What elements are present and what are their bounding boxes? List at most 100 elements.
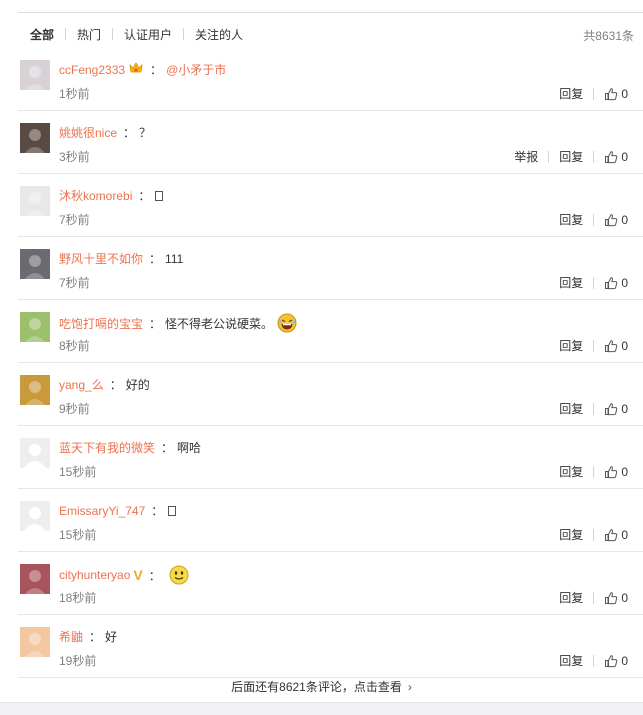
comment-username[interactable]: 蓝天下有我的微笑 — [59, 439, 155, 456]
comment-actions: 回复 0 — [559, 526, 628, 543]
comment-time: 1秒前 — [59, 87, 90, 101]
comment-line: ccFeng2333 ： @小矛于市 — [59, 61, 226, 78]
avatar[interactable] — [20, 123, 50, 153]
like-button[interactable]: 0 — [604, 402, 628, 416]
action-divider — [593, 654, 595, 667]
tab-divider — [65, 28, 67, 40]
tab-hot[interactable]: 热门 — [77, 26, 101, 43]
comment-actions: 回复 0 — [559, 652, 628, 669]
tab-verified[interactable]: 认证用户 — [124, 26, 172, 43]
avatar[interactable] — [20, 186, 50, 216]
like-button[interactable]: 0 — [604, 150, 628, 164]
tab-all[interactable]: 全部 — [30, 26, 54, 43]
like-count: 0 — [621, 464, 628, 479]
like-count: 0 — [621, 86, 628, 101]
comment-time: 18秒前 — [59, 591, 97, 605]
comment-filter-tabs: 全部 热门 认证用户 关注的人 — [30, 26, 243, 42]
colon: ： — [109, 378, 122, 392]
comment-time: 15秒前 — [59, 528, 97, 542]
like-button[interactable]: 0 — [604, 465, 628, 479]
comment-username[interactable]: 野风十里不如你 — [59, 250, 143, 267]
member-crown-badge-icon — [128, 61, 144, 78]
comment-username[interactable]: 姚姚很nice — [59, 124, 117, 141]
reply-button[interactable]: 回复 — [559, 589, 583, 606]
comment-line: 姚姚很nice ：？ — [59, 124, 151, 141]
comment-line: 野风十里不如你 ： 111 — [59, 250, 183, 267]
comment-time: 19秒前 — [59, 654, 97, 668]
comment-username[interactable]: 吃饱打嗝的宝宝 — [59, 315, 143, 332]
colon: ： — [89, 630, 102, 644]
colon: ： — [149, 252, 162, 266]
missing-glyph-icon — [155, 190, 164, 201]
comment-item: 野风十里不如你 ： 111 7秒前 回复 0 — [18, 237, 643, 300]
thumbs-up-icon — [605, 339, 618, 352]
comment-line: 希鼬 ：好 — [59, 628, 117, 645]
like-count: 0 — [621, 212, 628, 227]
comment-time: 3秒前 — [59, 150, 90, 164]
action-divider — [593, 528, 595, 541]
comment-actions: 回复 0 — [559, 589, 628, 606]
avatar[interactable] — [20, 627, 50, 657]
comment-username[interactable]: cityhunteryao — [59, 568, 130, 582]
action-divider — [593, 591, 595, 604]
chevron-right-icon: › — [407, 680, 412, 694]
tab-divider — [183, 28, 185, 40]
action-divider — [593, 339, 595, 352]
reply-button[interactable]: 回复 — [559, 211, 583, 228]
reply-button[interactable]: 回复 — [559, 526, 583, 543]
more-comments-link[interactable]: 后面还有8621条评论，点击查看 › — [0, 672, 643, 702]
avatar[interactable] — [20, 438, 50, 468]
reply-button[interactable]: 回复 — [559, 337, 583, 354]
comment-username[interactable]: ccFeng2333 — [59, 63, 125, 77]
like-button[interactable]: 0 — [604, 591, 628, 605]
comment-line: 蓝天下有我的微笑 ：啊哈 — [59, 439, 201, 456]
mention-link[interactable]: @小矛于市 — [166, 61, 226, 78]
comment-time: 8秒前 — [59, 339, 90, 353]
action-divider — [593, 465, 595, 478]
comment-time: 9秒前 — [59, 402, 90, 416]
colon: ： — [150, 63, 163, 77]
like-button[interactable]: 0 — [604, 213, 628, 227]
like-button[interactable]: 0 — [604, 528, 628, 542]
comment-actions: 回复 0 — [559, 337, 628, 354]
thumbs-up-icon — [605, 528, 618, 541]
like-button[interactable]: 0 — [604, 339, 628, 353]
colon: ： — [123, 126, 136, 140]
reply-button[interactable]: 回复 — [559, 148, 583, 165]
comment-username[interactable]: yang_么 — [59, 376, 104, 393]
reply-button[interactable]: 回复 — [559, 85, 583, 102]
verified-v-badge-icon: V — [133, 567, 143, 583]
bottom-divider — [0, 702, 643, 703]
comment-list: ccFeng2333： @小矛于市 1秒前 回复 0 姚姚很nice：？ 3秒前 举报 回复 0 沐… — [18, 48, 643, 678]
comment-actions: 回复 0 — [559, 85, 628, 102]
tab-following[interactable]: 关注的人 — [195, 26, 243, 43]
report-button[interactable]: 举报 — [514, 148, 538, 165]
like-button[interactable]: 0 — [604, 276, 628, 290]
like-count: 0 — [621, 590, 628, 605]
avatar[interactable] — [20, 249, 50, 279]
thumbs-up-icon — [605, 402, 618, 415]
like-button[interactable]: 0 — [604, 87, 628, 101]
comment-actions: 回复 0 — [559, 400, 628, 417]
comment-username[interactable]: 希鼬 — [59, 628, 83, 645]
comment-username[interactable]: 沐秋komorebi — [59, 187, 132, 204]
avatar[interactable] — [20, 501, 50, 531]
avatar[interactable] — [20, 312, 50, 342]
reply-button[interactable]: 回复 — [559, 400, 583, 417]
comment-actions: 举报 回复 0 — [514, 148, 628, 165]
reply-button[interactable]: 回复 — [559, 463, 583, 480]
comment-item: EmissaryYi_747 ： 15秒前 回复 0 — [18, 489, 643, 552]
thumbs-up-icon — [605, 213, 618, 226]
avatar[interactable] — [20, 60, 50, 90]
comment-total: 共8631条 — [583, 29, 634, 43]
comment-username[interactable]: EmissaryYi_747 — [59, 504, 145, 518]
colon: ： — [138, 189, 151, 203]
reply-button[interactable]: 回复 — [559, 652, 583, 669]
comment-line: 吃饱打嗝的宝宝 ：怪不得老公说硬菜。 — [59, 313, 297, 333]
like-button[interactable]: 0 — [604, 654, 628, 668]
reply-button[interactable]: 回复 — [559, 274, 583, 291]
avatar[interactable] — [20, 375, 50, 405]
tab-divider — [112, 28, 114, 40]
comment-item: ccFeng2333 ： @小矛于市 1秒前 回复 0 — [18, 48, 643, 111]
avatar[interactable] — [20, 564, 50, 594]
